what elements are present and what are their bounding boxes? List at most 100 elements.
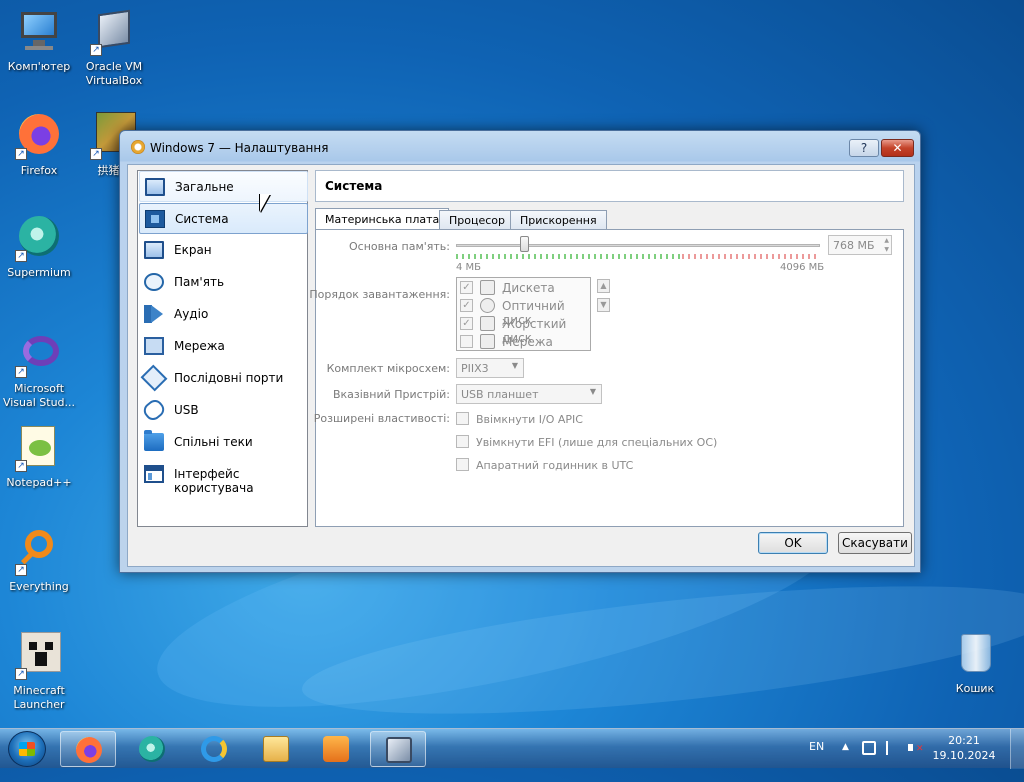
- desktop-icon-label: Microsoft Visual Stud...: [2, 382, 76, 409]
- sidebar-item-label: USB: [174, 403, 199, 417]
- sidebar-item-storage[interactable]: Пам'ять: [139, 267, 308, 298]
- desktop-icon-everything[interactable]: ↗ Everything: [0, 528, 78, 594]
- sidebar-item-display[interactable]: Екран: [139, 235, 308, 266]
- language-indicator[interactable]: EN: [809, 740, 824, 780]
- boot-item-network[interactable]: Мережа: [460, 333, 590, 351]
- chipset-value: PIIX3: [461, 362, 489, 375]
- taskbar-virtualbox[interactable]: [370, 731, 426, 767]
- motherboard-panel: Основна пам'ять: 4 МБ 4096 МБ 768 МБ Пор…: [309, 229, 904, 527]
- desktop-icon-firefox[interactable]: ↗ Firefox: [0, 112, 78, 178]
- boot-order-list[interactable]: ✓ Дискета ✓ Оптичний диск ✓ Жорсткий дис…: [456, 277, 591, 351]
- tab-motherboard[interactable]: Материнська плата: [315, 208, 450, 230]
- clock[interactable]: 20:21 19.10.2024: [930, 733, 998, 763]
- taskbar-firefox[interactable]: [60, 731, 116, 767]
- minecraft-icon: ↗: [15, 632, 63, 680]
- sidebar-item-general[interactable]: Загальне: [139, 171, 308, 202]
- desktop-icon-label: Supermium: [7, 266, 71, 279]
- pointing-device-select[interactable]: USB планшет ▼: [456, 384, 602, 404]
- boot-item-optical[interactable]: ✓ Оптичний диск: [460, 297, 590, 327]
- action-center-flag-icon[interactable]: [886, 741, 898, 755]
- sidebar-item-system[interactable]: Система: [139, 203, 308, 234]
- desktop-icon-label: Firefox: [20, 164, 58, 177]
- taskbar-explorer[interactable]: [248, 731, 304, 767]
- page-title: Система: [325, 179, 383, 193]
- clock-date: 19.10.2024: [932, 749, 996, 762]
- boot-item-floppy[interactable]: ✓ Дискета: [460, 279, 590, 297]
- usb-icon: [140, 396, 168, 424]
- desktop-icon-recycle-bin[interactable]: Кошик: [936, 630, 1014, 696]
- help-button[interactable]: ?: [849, 139, 879, 157]
- tab-acceleration[interactable]: Прискорення: [510, 210, 607, 229]
- ticks-unsafe: [681, 254, 820, 259]
- sidebar-item-user-interface[interactable]: Інтерфейс користувача: [139, 459, 308, 495]
- utc-clock-checkbox[interactable]: [456, 458, 469, 471]
- sidebar-item-label: Мережа: [174, 339, 225, 353]
- sidebar-item-network[interactable]: Мережа: [139, 331, 308, 362]
- chipset-select[interactable]: PIIX3 ▼: [456, 358, 524, 378]
- memory-slider-track[interactable]: [456, 244, 820, 247]
- page-title-box: Система: [315, 170, 904, 202]
- boot-item-checkbox[interactable]: ✓: [460, 281, 473, 294]
- cancel-button[interactable]: Скасувати: [838, 532, 912, 554]
- volume-muted-icon[interactable]: ✕: [908, 741, 924, 755]
- display-icon: [144, 241, 164, 259]
- window-titlebar[interactable]: Windows 7 — Налаштування ? ✕: [120, 131, 920, 164]
- network-tray-icon[interactable]: [862, 741, 876, 755]
- option-label: Ввімкнути I/O APIC: [476, 413, 583, 426]
- sidebar-item-label: Інтерфейс користувача: [174, 467, 254, 495]
- desktop-icon-computer[interactable]: Комп'ютер: [0, 8, 78, 74]
- storage-icon: [144, 273, 164, 291]
- sidebar-item-label: Загальне: [175, 180, 234, 194]
- boot-move-down-button[interactable]: ▼: [597, 298, 610, 312]
- boot-item-label: Мережа: [502, 335, 553, 349]
- boot-move-up-button[interactable]: ▲: [597, 279, 610, 293]
- sidebar-item-shared-folders[interactable]: Спільні теки: [139, 427, 308, 458]
- chevron-down-icon: ▼: [589, 387, 596, 396]
- start-button[interactable]: [8, 731, 46, 767]
- network-icon: [144, 337, 164, 355]
- desktop-icon-minecraft[interactable]: ↗ Minecraft Launcher: [0, 632, 78, 712]
- settings-sidebar: Загальне Система Екран Пам'ять Аудіо Мер…: [137, 170, 308, 527]
- desktop-icon-visual-studio[interactable]: ↗ Microsoft Visual Stud...: [0, 330, 78, 410]
- window-client-area: Загальне Система Екран Пам'ять Аудіо Мер…: [127, 164, 915, 567]
- memory-slider-thumb[interactable]: [520, 236, 530, 252]
- efi-checkbox[interactable]: [456, 435, 469, 448]
- desktop-icon-label: Комп'ютер: [7, 60, 71, 73]
- sidebar-item-audio[interactable]: Аудіо: [139, 299, 308, 330]
- close-button[interactable]: ✕: [881, 139, 914, 157]
- ok-button[interactable]: OK: [758, 532, 828, 554]
- sidebar-item-usb[interactable]: USB: [139, 395, 308, 426]
- taskbar-ie[interactable]: [186, 731, 242, 767]
- boot-order-label: Порядок завантаження:: [309, 288, 450, 301]
- network-boot-icon: [480, 334, 495, 349]
- show-desktop-button[interactable]: [1010, 729, 1024, 769]
- io-apic-checkbox[interactable]: [456, 412, 469, 425]
- taskbar-supermium[interactable]: [124, 731, 180, 767]
- everything-icon: ↗: [15, 528, 63, 576]
- general-icon: [145, 178, 165, 196]
- boot-item-checkbox[interactable]: ✓: [460, 317, 473, 330]
- sidebar-item-serial-ports[interactable]: Послідовні порти: [139, 363, 308, 394]
- notepadpp-icon: ↗: [15, 424, 63, 472]
- boot-item-checkbox[interactable]: [460, 335, 473, 348]
- explorer-icon: [263, 736, 289, 762]
- user-interface-icon: [144, 465, 164, 483]
- shared-folders-icon: [144, 430, 164, 451]
- computer-icon: [15, 8, 63, 56]
- desktop-icon-notepadpp[interactable]: ↗ Notepad++: [0, 424, 78, 490]
- boot-item-checkbox[interactable]: ✓: [460, 299, 473, 312]
- desktop-icon-supermium[interactable]: ↗ Supermium: [0, 214, 78, 280]
- memory-value-spinbox[interactable]: 768 МБ: [828, 235, 892, 255]
- sidebar-item-label: Послідовні порти: [174, 371, 284, 385]
- desktop-icon-virtualbox[interactable]: ↗ Oracle VM VirtualBox: [75, 8, 153, 88]
- boot-item-hard-disk[interactable]: ✓ Жорсткий диск: [460, 315, 590, 345]
- floppy-icon: [480, 280, 495, 295]
- tab-processor[interactable]: Процесор: [439, 210, 515, 229]
- taskbar-media-player[interactable]: [308, 731, 364, 767]
- sidebar-item-label: Спільні теки: [174, 435, 253, 449]
- sidebar-item-label: Система: [175, 212, 229, 226]
- window-title: Windows 7 — Налаштування: [150, 141, 329, 155]
- desktop-icon-label: Minecraft Launcher: [13, 684, 65, 711]
- show-hidden-icons-icon[interactable]: ▲: [842, 742, 849, 782]
- taskbar: EN ▲ ✕ 20:21 19.10.2024: [0, 728, 1024, 769]
